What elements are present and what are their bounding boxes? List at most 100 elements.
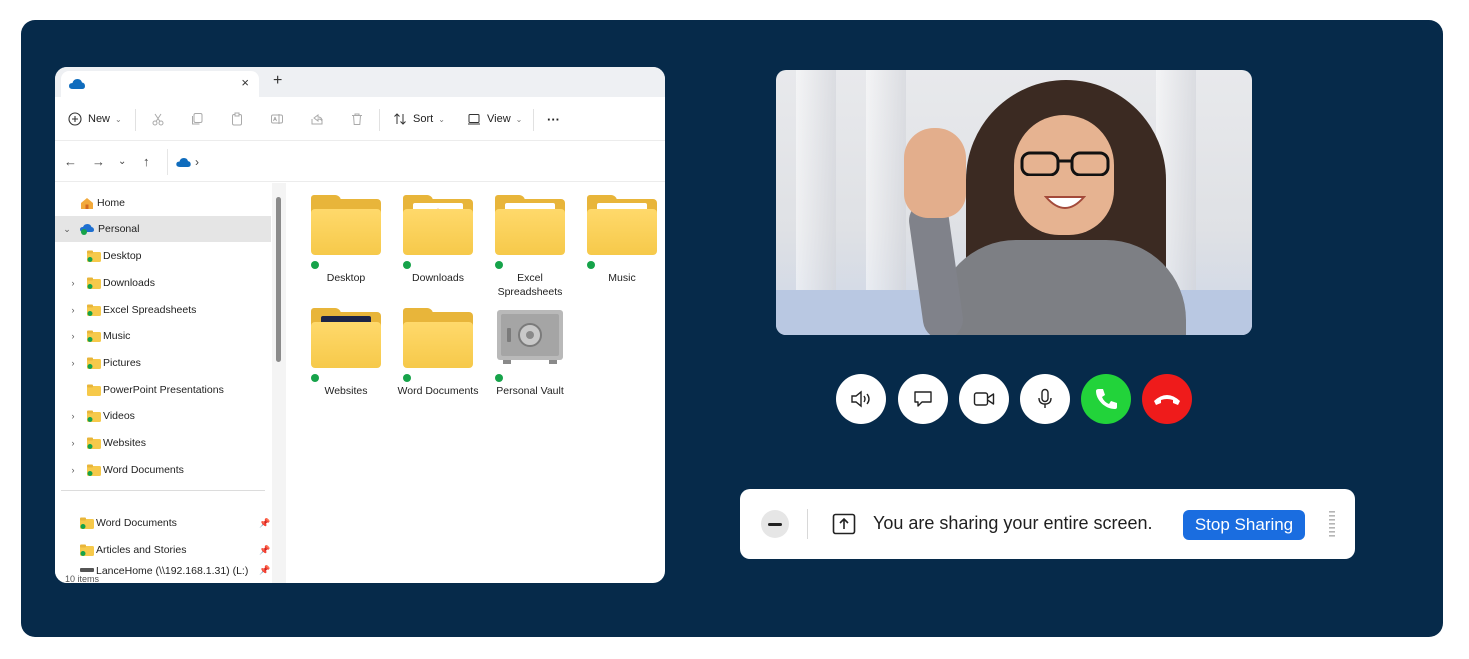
folder-synced-icon	[87, 410, 101, 422]
clipboard-icon	[229, 111, 245, 127]
rename-button[interactable]	[269, 97, 285, 141]
folder-synced-icon	[87, 464, 101, 476]
speaker-icon	[851, 390, 870, 408]
end-call-button[interactable]	[1142, 374, 1192, 424]
chat-button[interactable]	[898, 374, 948, 424]
tab-onedrive[interactable]: ×	[61, 71, 259, 97]
trash-icon	[349, 111, 365, 127]
tab-close-button[interactable]: ×	[241, 75, 249, 90]
view-label: View	[487, 113, 511, 125]
minus-icon	[768, 522, 782, 526]
cut-button[interactable]	[150, 97, 166, 141]
command-bar: New ⌄ Sort ⌄ View ⌄ ···	[55, 97, 665, 141]
quick-access-word-documents[interactable]: Word Documents 📌	[55, 510, 271, 536]
folder-synced-icon	[80, 544, 94, 556]
recent-chevron-icon[interactable]: ⌄	[118, 156, 126, 167]
speaker-button[interactable]	[836, 374, 886, 424]
sidebar-item-pictures[interactable]: › Pictures	[55, 350, 271, 376]
sidebar-item-websites[interactable]: › Websites	[55, 430, 271, 456]
new-button[interactable]: New ⌄	[67, 97, 122, 141]
divider	[533, 109, 534, 131]
view-icon	[466, 111, 482, 127]
new-tab-button[interactable]: +	[273, 72, 282, 90]
chevron-right-icon: ›	[71, 411, 75, 421]
paste-button[interactable]	[229, 97, 245, 141]
folder-tile-downloads[interactable]: Downloads	[397, 183, 479, 293]
divider	[807, 509, 808, 539]
onedrive-cloud-icon	[69, 79, 85, 89]
sidebar-scrollbar-thumb[interactable]	[276, 197, 281, 362]
share-icon	[309, 111, 325, 127]
video-call-feed	[776, 70, 1252, 335]
sidebar-item-label: Excel Spreadsheets	[103, 304, 197, 316]
sidebar-item-home[interactable]: Home	[55, 190, 271, 216]
folder-tile-personal-vault[interactable]: Personal Vault	[489, 296, 571, 406]
back-arrow-icon[interactable]: ←	[64, 154, 77, 169]
folder-icon	[311, 195, 381, 255]
sidebar-item-personal[interactable]: ⌄ Personal	[55, 216, 271, 242]
rename-icon	[269, 111, 285, 127]
chat-bubble-icon	[914, 391, 932, 407]
microphone-icon	[1038, 388, 1052, 408]
folder-synced-icon	[87, 304, 101, 316]
pin-icon[interactable]: 📌	[259, 545, 270, 556]
accept-call-button[interactable]	[1081, 374, 1131, 424]
sidebar-item-label: Videos	[103, 410, 135, 422]
minimize-button[interactable]	[761, 510, 789, 538]
more-icon: ···	[547, 111, 560, 127]
pin-icon[interactable]: 📌	[259, 518, 270, 529]
pin-icon[interactable]: 📌	[259, 565, 270, 576]
copy-button[interactable]	[189, 97, 205, 141]
sidebar-item-label: Websites	[103, 437, 146, 449]
tile-label: Desktop	[326, 272, 366, 284]
folder-tile-websites[interactable]: Websites	[305, 296, 387, 406]
sidebar-item-videos[interactable]: › Videos	[55, 403, 271, 429]
sidebar-item-desktop[interactable]: Desktop	[55, 243, 271, 269]
quick-access-articles-and-stories[interactable]: Articles and Stories 📌	[55, 537, 271, 563]
up-arrow-icon[interactable]: ↑	[143, 154, 150, 169]
home-icon	[81, 198, 93, 209]
folder-image-icon	[311, 308, 381, 368]
sidebar-item-label: Personal	[98, 223, 140, 235]
stop-sharing-button[interactable]: Stop Sharing	[1183, 510, 1305, 540]
file-explorer-window: × + New ⌄ Sort ⌄ View ⌄ ··· ← → ⌄ ↑ › Ho…	[55, 67, 665, 583]
forward-arrow-icon[interactable]: →	[92, 154, 105, 169]
sidebar-item-powerpoint-presentations[interactable]: PowerPoint Presentations	[55, 377, 271, 403]
person-sweater	[936, 240, 1186, 335]
more-options-button[interactable]: ···	[547, 97, 560, 141]
tile-label: Personal Vault	[496, 385, 564, 397]
person-waving-hand	[904, 128, 966, 218]
sidebar-item-word-documents[interactable]: › Word Documents	[55, 457, 271, 483]
sync-check-icon	[403, 261, 411, 269]
sort-button[interactable]: Sort ⌄	[392, 97, 445, 141]
camera-button[interactable]	[959, 374, 1009, 424]
folder-tile-word-documents[interactable]: Word Documents	[397, 296, 479, 406]
divider	[379, 109, 380, 131]
delete-button[interactable]	[349, 97, 365, 141]
folder-tile-music[interactable]: Music	[581, 183, 663, 293]
sidebar-item-label: Home	[97, 197, 126, 209]
folder-tile-excel-spreadsheets[interactable]: Excel Spreadsheets	[489, 183, 571, 298]
sidebar-item-excel-spreadsheets[interactable]: › Excel Spreadsheets	[55, 297, 271, 323]
share-button[interactable]	[309, 97, 325, 141]
sync-check-icon	[311, 374, 319, 382]
breadcrumb[interactable]: ›	[167, 149, 665, 175]
sidebar-item-label: Pictures	[103, 357, 141, 369]
folder-tile-desktop[interactable]: Desktop	[305, 183, 387, 293]
sidebar-divider	[61, 490, 265, 491]
tile-label: Music	[608, 272, 636, 284]
sidebar-item-label: Music	[103, 330, 131, 342]
view-button[interactable]: View ⌄	[466, 97, 522, 141]
chevron-right-icon: ›	[71, 465, 75, 475]
sidebar-item-label: PowerPoint Presentations	[103, 384, 224, 396]
network-drive-icon	[80, 568, 94, 572]
microphone-button[interactable]	[1020, 374, 1070, 424]
folder-synced-icon	[87, 330, 101, 342]
tile-label: Word Documents	[397, 385, 479, 397]
sidebar-item-music[interactable]: › Music	[55, 323, 271, 349]
drag-handle-icon[interactable]	[1329, 511, 1335, 539]
chevron-down-icon: ⌄	[63, 223, 71, 234]
sidebar-item-downloads[interactable]: › Downloads	[55, 270, 271, 296]
onedrive-personal-icon	[80, 224, 94, 235]
chevron-right-icon: ›	[71, 305, 75, 315]
